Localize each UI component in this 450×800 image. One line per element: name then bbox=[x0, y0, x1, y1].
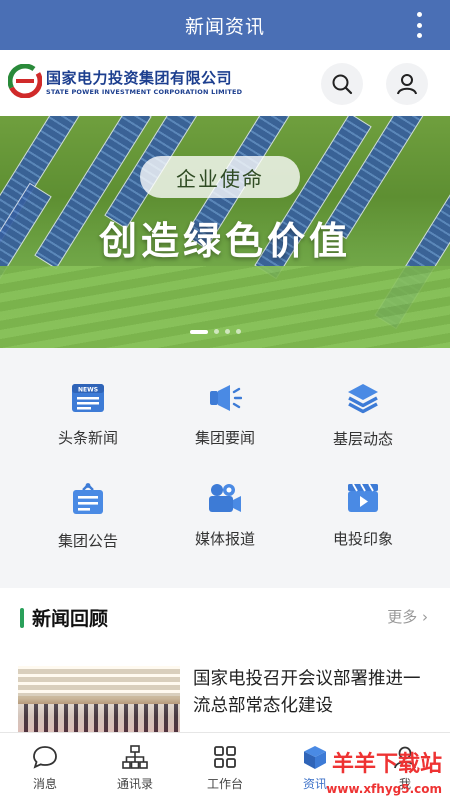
layers-icon bbox=[345, 382, 381, 414]
search-icon bbox=[332, 74, 353, 95]
tab-workbench[interactable]: 工作台 bbox=[180, 733, 270, 800]
news-cube-icon bbox=[301, 743, 329, 771]
category-menu: NEWS 头条新闻 集团要闻 基层动态 集团公告 媒体报道 电投印象 bbox=[0, 348, 450, 580]
carousel-dot[interactable] bbox=[236, 329, 241, 334]
section-title: 新闻回顾 bbox=[32, 608, 109, 630]
grid-icon bbox=[211, 743, 239, 771]
tab-messages[interactable]: 消息 bbox=[0, 733, 90, 800]
page-title: 新闻资讯 bbox=[184, 15, 265, 38]
tab-label: 工作台 bbox=[206, 777, 243, 791]
more-link[interactable]: 更多 › bbox=[387, 606, 428, 627]
profile-button[interactable] bbox=[386, 63, 428, 105]
bottom-tab-bar: 消息 通讯录 工作台 资讯 我 羊羊下载站 www.xfhyg5.com bbox=[0, 732, 450, 800]
video-camera-icon bbox=[207, 482, 243, 514]
menu-item-label: 集团要闻 bbox=[194, 429, 255, 447]
watermark-url: www.xfhyg5.com bbox=[326, 782, 442, 796]
menu-item-group-news[interactable]: 集团要闻 bbox=[150, 348, 300, 448]
section-accent-bar bbox=[20, 608, 24, 628]
carousel-dot[interactable] bbox=[225, 329, 230, 334]
search-button[interactable] bbox=[321, 63, 363, 105]
svg-text:NEWS: NEWS bbox=[78, 386, 98, 393]
brand-name-en: STATE POWER INVESTMENT CORPORATION LIMIT… bbox=[46, 88, 243, 96]
news-thumbnail bbox=[18, 666, 180, 738]
org-chart-icon bbox=[121, 743, 149, 771]
banner-carousel[interactable]: 企业使命 创造绿色价值 bbox=[0, 116, 450, 348]
more-link-label: 更多 bbox=[387, 608, 418, 626]
tab-label: 通讯录 bbox=[116, 777, 153, 791]
title-bar: 新闻资讯 bbox=[0, 0, 450, 50]
menu-item-media[interactable]: 媒体报道 bbox=[150, 448, 300, 548]
news-review-section: 新闻回顾 更多 › 国家电投召开会议部署推进一流总部常态化建设 bbox=[0, 588, 450, 738]
carousel-indicator bbox=[190, 329, 241, 334]
spic-logo-icon bbox=[8, 64, 42, 98]
menu-item-grassroots[interactable]: 基层动态 bbox=[288, 348, 438, 448]
chat-bubble-icon bbox=[31, 743, 59, 771]
carousel-dot-active[interactable] bbox=[190, 329, 208, 334]
news-title: 国家电投召开会议部署推进一流总部常态化建设 bbox=[193, 669, 421, 716]
menu-item-label: 电投印象 bbox=[332, 530, 393, 548]
notice-board-icon bbox=[70, 482, 106, 516]
film-icon bbox=[345, 482, 381, 514]
carousel-dot[interactable] bbox=[214, 329, 219, 334]
more-options-icon[interactable] bbox=[416, 12, 422, 38]
megaphone-icon bbox=[207, 382, 243, 413]
banner-slogan: 创造绿色价值 bbox=[98, 219, 351, 263]
menu-item-label: 头条新闻 bbox=[57, 429, 118, 447]
menu-item-announcements[interactable]: 集团公告 bbox=[13, 448, 163, 550]
user-icon bbox=[397, 74, 417, 95]
tab-contacts[interactable]: 通讯录 bbox=[90, 733, 180, 800]
chevron-right-icon: › bbox=[422, 608, 428, 626]
menu-item-label: 集团公告 bbox=[57, 532, 118, 550]
banner-pill: 企业使命 bbox=[140, 156, 300, 198]
tab-label: 消息 bbox=[32, 777, 57, 791]
news-icon: NEWS bbox=[70, 382, 106, 413]
watermark-site: 羊羊下载站 bbox=[331, 752, 442, 777]
tab-label: 资讯 bbox=[302, 777, 327, 791]
menu-item-impressions[interactable]: 电投印象 bbox=[288, 448, 438, 548]
menu-item-label: 媒体报道 bbox=[194, 530, 255, 548]
menu-item-headlines[interactable]: NEWS 头条新闻 bbox=[13, 348, 163, 448]
brand-name-cn: 国家电力投资集团有限公司 bbox=[46, 69, 233, 87]
brand-header: 国家电力投资集团有限公司 STATE POWER INVESTMENT CORP… bbox=[0, 50, 450, 116]
menu-item-label: 基层动态 bbox=[332, 430, 393, 448]
